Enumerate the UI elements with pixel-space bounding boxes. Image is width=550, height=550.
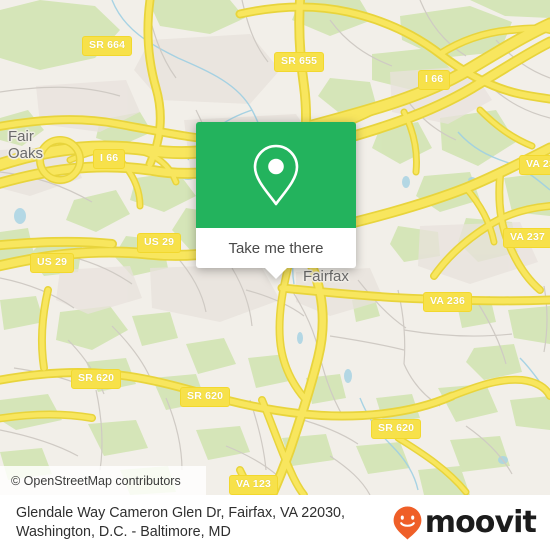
shield-va-236: VA 236 (423, 292, 473, 312)
shield-us-29-mid: US 29 (137, 233, 182, 253)
moovit-brand[interactable]: moovit (391, 504, 537, 541)
location-title: Glendale Way Cameron Glen Dr, Fairfax, V… (16, 505, 345, 540)
moovit-wordmark: moovit (424, 504, 537, 540)
popup-pointer-tail (264, 267, 288, 279)
shield-va-123: VA 123 (229, 475, 279, 495)
osm-attribution-bar: © OpenStreetMap contributors (0, 466, 206, 495)
shield-sr-664: SR 664 (82, 36, 133, 56)
moovit-pin-smiley-icon (393, 506, 422, 539)
shield-i-66-left: I 66 (93, 149, 126, 169)
popup-header (196, 122, 356, 228)
shield-va-237: VA 237 (503, 228, 550, 248)
map-pin-icon (253, 144, 299, 206)
osm-attribution-text[interactable]: © OpenStreetMap contributors (11, 474, 181, 488)
popup-footer[interactable]: Take me there (196, 228, 356, 268)
map-canvas[interactable]: Fair Oaks Fairfax SR 664 SR 655 I 66 I 6… (0, 0, 550, 495)
destination-popup-card[interactable]: Take me there (196, 122, 356, 279)
take-me-there-label: Take me there (228, 239, 324, 257)
shield-us-29-left: US 29 (30, 253, 75, 273)
shield-sr-620-left: SR 620 (71, 369, 122, 389)
shield-va-23: VA 23 (519, 155, 550, 175)
shield-sr-620-bottom: SR 620 (371, 419, 422, 439)
moovit-map-screen: Fair Oaks Fairfax SR 664 SR 655 I 66 I 6… (0, 0, 550, 550)
place-label-fair-oaks: Fair Oaks (8, 128, 44, 162)
place-label-fairfax: Fairfax (303, 268, 349, 285)
footer-bar: Glendale Way Cameron Glen Dr, Fairfax, V… (0, 495, 550, 550)
shield-i-66-top: I 66 (418, 70, 451, 90)
shield-sr-620-mid: SR 620 (180, 387, 231, 407)
shield-sr-655: SR 655 (274, 52, 325, 72)
